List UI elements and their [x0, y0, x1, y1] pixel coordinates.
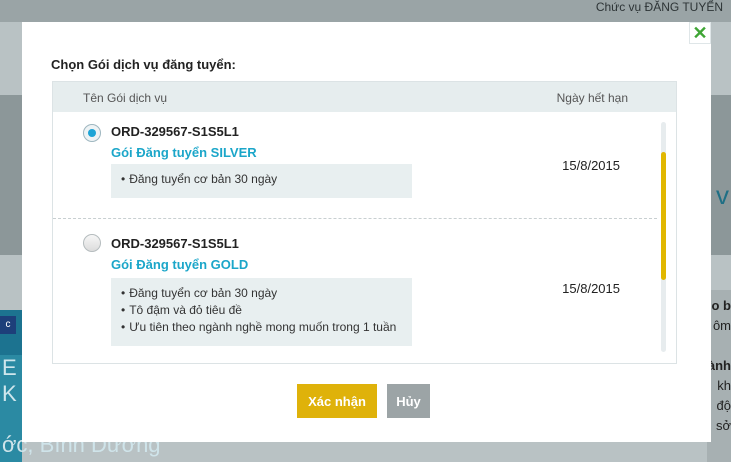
feature-item: Ưu tiên theo ngành nghề mong muốn trong …	[121, 319, 402, 336]
modal-title: Chọn Gói dịch vụ đăng tuyển:	[51, 57, 236, 72]
background-right-text: ành	[707, 358, 731, 373]
feature-item: Đăng tuyển cơ bản 30 ngày	[121, 285, 402, 302]
package-row-silver[interactable]: ORD-329567-S1S5L1 Gói Đăng tuyển SILVER …	[53, 112, 657, 219]
close-icon[interactable]: ✕	[689, 22, 711, 44]
package-list[interactable]: ORD-329567-S1S5L1 Gói Đăng tuyển SILVER …	[53, 112, 676, 363]
package-select-modal: ✕ Chọn Gói dịch vụ đăng tuyển: Tên Gói d…	[22, 22, 711, 442]
background-teal-text: K	[2, 381, 17, 406]
package-radio-gold[interactable]	[83, 234, 101, 252]
background-topbar-text: Chức vụ ĐĂNG TUYỂN	[595, 0, 723, 14]
background-right-text: độ	[716, 398, 731, 413]
package-name: Gói Đăng tuyển GOLD	[111, 257, 249, 272]
column-header-expiry: Ngày hết hạn	[556, 91, 628, 105]
scrollbar-thumb[interactable]	[661, 152, 666, 280]
background-topbar: Chức vụ ĐĂNG TUYỂN	[0, 0, 731, 22]
column-header-package-name: Tên Gói dịch vụ	[83, 91, 168, 105]
package-radio-silver[interactable]	[83, 124, 101, 142]
order-code: ORD-329567-S1S5L1	[111, 236, 239, 251]
order-code: ORD-329567-S1S5L1	[111, 124, 239, 139]
background-small-button: c	[0, 316, 16, 334]
package-name: Gói Đăng tuyển SILVER	[111, 145, 257, 160]
expiry-date: 15/8/2015	[562, 281, 620, 296]
table-header: Tên Gói dịch vụ Ngày hết hạn	[53, 82, 676, 112]
expiry-date: 15/8/2015	[562, 158, 620, 173]
background-right-text: ôm	[712, 318, 731, 333]
package-list-scrollbar[interactable]	[661, 122, 666, 352]
feature-item: Đăng tuyển cơ bản 30 ngày	[121, 171, 402, 188]
confirm-button[interactable]: Xác nhận	[297, 384, 377, 418]
background-right-text: sở	[715, 418, 731, 433]
background-right-text: kh	[717, 378, 731, 393]
background-teal-text: E	[2, 355, 17, 380]
feature-item: Tô đậm và đỏ tiêu đề	[121, 302, 402, 319]
package-features: Đăng tuyển cơ bản 30 ngày	[111, 164, 412, 198]
package-table: Tên Gói dịch vụ Ngày hết hạn ORD-329567-…	[52, 81, 677, 364]
package-features: Đăng tuyển cơ bản 30 ngày Tô đậm và đỏ t…	[111, 278, 412, 346]
cancel-button[interactable]: Hủy	[387, 384, 430, 418]
package-row-gold[interactable]: ORD-329567-S1S5L1 Gói Đăng tuyển GOLD Đă…	[53, 219, 657, 363]
background-right-text: o b	[711, 298, 731, 313]
